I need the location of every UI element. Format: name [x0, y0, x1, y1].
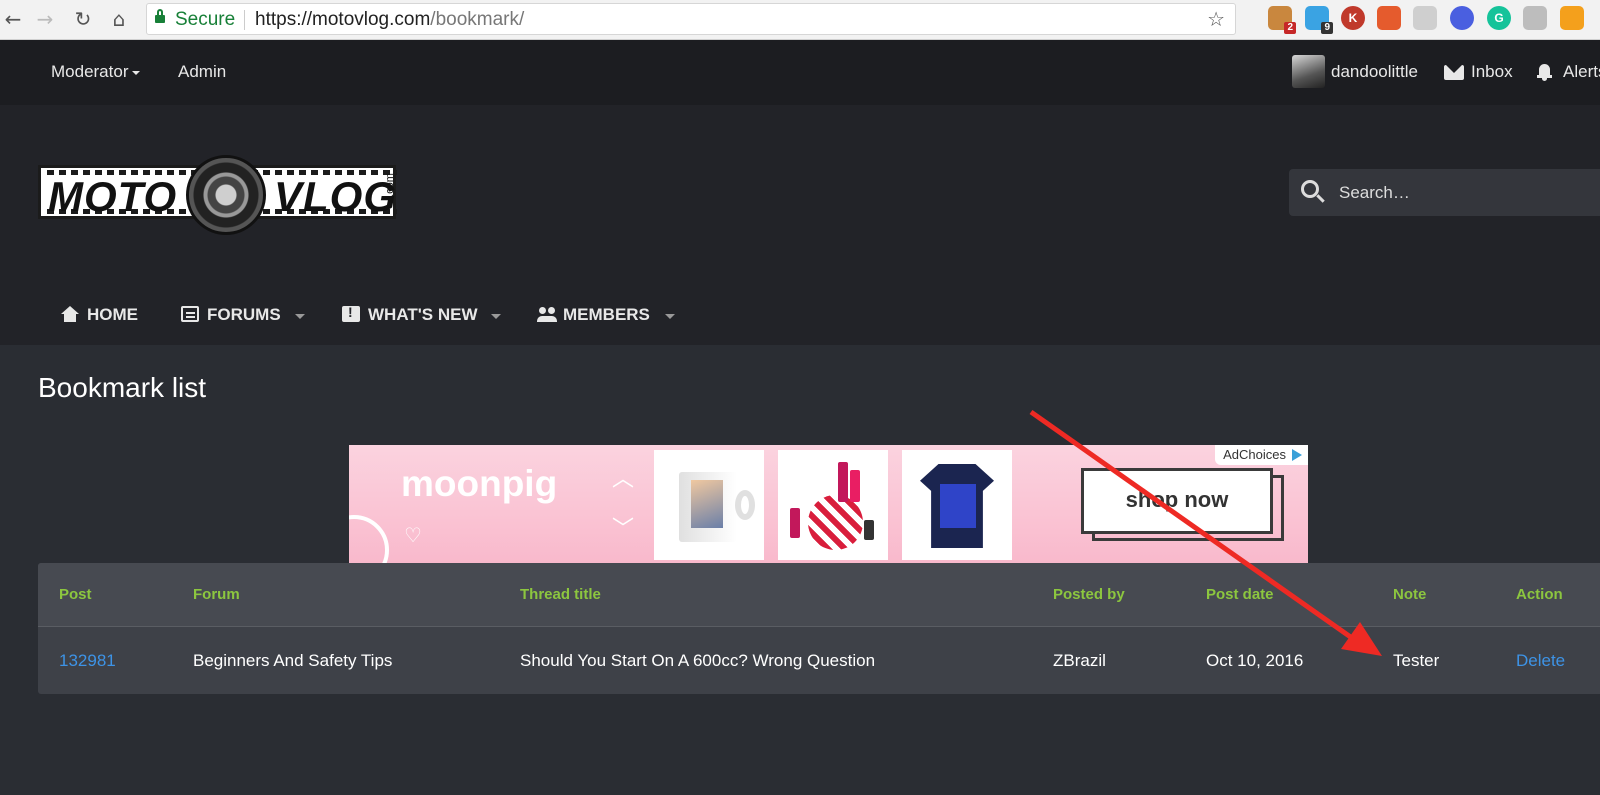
secure-label: Secure: [175, 9, 236, 30]
post-id-link[interactable]: 132981: [59, 651, 116, 670]
ad-brand: moonpig: [401, 463, 558, 504]
inbox-extension-icon[interactable]: [1523, 6, 1547, 30]
column-header-post[interactable]: Post: [59, 586, 92, 603]
extension-badge: 2: [1284, 22, 1296, 34]
gift-set-product-image[interactable]: [778, 450, 888, 560]
members-icon: [537, 306, 557, 322]
browser-toolbar: ← → ↻ ⌂ Secure https://motovlog.com/book…: [0, 0, 1600, 40]
cloud-shape: [349, 515, 389, 563]
shop-now-button[interactable]: shop now: [1081, 468, 1273, 534]
chevron-down-icon: [132, 70, 141, 75]
bell-icon[interactable]: [1537, 64, 1552, 81]
site-header: MOTO VLOG .com HOME FORUMS WHAT'S NEW ME…: [0, 105, 1600, 345]
site-logo[interactable]: MOTO VLOG .com: [36, 155, 398, 239]
tshirt-product-image[interactable]: [902, 450, 1012, 560]
nav-whats-new-label: WHAT'S NEW: [368, 305, 478, 324]
main-nav: HOME FORUMS WHAT'S NEW MEMBERS: [0, 285, 1600, 345]
logo-text-right: VLOG: [274, 173, 398, 220]
bookmark-table: Post Forum Thread title Posted by Post d…: [38, 563, 1600, 694]
moderator-label: Moderator: [51, 62, 129, 81]
forums-dropdown-icon[interactable]: [295, 314, 305, 319]
delete-link[interactable]: Delete: [1516, 651, 1565, 670]
cookie-extension-icon[interactable]: 2: [1268, 6, 1296, 34]
heart-icon: ♡: [404, 523, 422, 547]
alerts-link[interactable]: Alerts: [1563, 62, 1600, 82]
home-icon: [61, 306, 79, 322]
nav-home[interactable]: HOME: [61, 305, 138, 325]
mug-product-image[interactable]: [654, 450, 764, 560]
url-host: https://motovlog.com: [255, 9, 431, 30]
grammarly-extension-icon[interactable]: G: [1487, 6, 1511, 30]
star-extension-icon[interactable]: [1377, 6, 1401, 30]
nav-members-label: MEMBERS: [563, 305, 650, 324]
back-icon[interactable]: ←: [0, 6, 26, 32]
address-bar[interactable]: Secure https://motovlog.com/bookmark/ ☆: [146, 3, 1236, 35]
extension-badge: 9: [1321, 22, 1333, 34]
balloon-extension-icon[interactable]: [1450, 6, 1474, 30]
post-date-cell: Oct 10, 2016: [1206, 651, 1304, 670]
column-header-thread-title[interactable]: Thread title: [520, 586, 601, 603]
nav-forums-label: FORUMS: [207, 305, 281, 324]
moderator-menu[interactable]: Moderator: [51, 62, 141, 82]
home-icon[interactable]: ⌂: [106, 6, 132, 32]
url-path: /bookmark/: [430, 9, 525, 30]
username-link[interactable]: dandoolittle: [1331, 62, 1418, 82]
nav-whats-new[interactable]: WHAT'S NEW: [342, 304, 478, 325]
forums-icon: [181, 306, 199, 322]
chevron-up-icon[interactable]: ︿: [612, 461, 634, 493]
whats-new-icon: [342, 304, 360, 322]
forum-cell[interactable]: Beginners And Safety Tips: [193, 651, 392, 671]
logo-suffix: .com: [383, 173, 396, 197]
honey-extension-icon[interactable]: [1560, 6, 1584, 30]
members-dropdown-icon[interactable]: [665, 314, 675, 319]
bookmark-star-icon[interactable]: ☆: [1207, 7, 1225, 31]
chevron-down-icon[interactable]: ﹀: [612, 511, 634, 543]
forward-icon[interactable]: →: [32, 6, 58, 32]
lock-icon: [155, 9, 165, 25]
column-header-posted-by[interactable]: Posted by: [1053, 586, 1125, 603]
search-input[interactable]: [1339, 179, 1589, 207]
k-extension-icon[interactable]: K: [1341, 6, 1365, 30]
search-icon[interactable]: [1301, 180, 1326, 205]
action-cell: Delete: [1516, 651, 1565, 671]
column-header-action[interactable]: Action: [1516, 586, 1563, 603]
nav-forums[interactable]: FORUMS: [181, 305, 281, 325]
table-header: Post Forum Thread title Posted by Post d…: [38, 563, 1600, 627]
logo-text-left: MOTO: [48, 173, 178, 220]
envelope-icon[interactable]: [1444, 65, 1464, 80]
note-cell: Tester: [1393, 651, 1440, 670]
url-separator: [244, 10, 245, 30]
whats-new-dropdown-icon[interactable]: [491, 314, 501, 319]
nav-members[interactable]: MEMBERS: [537, 305, 650, 325]
post-id-cell: 132981: [59, 651, 116, 671]
gmail-extension-icon[interactable]: [1413, 6, 1437, 30]
reload-icon[interactable]: ↻: [70, 6, 96, 32]
url-text[interactable]: https://motovlog.com/bookmark/: [255, 9, 524, 31]
ghostery-extension-icon[interactable]: 9: [1305, 6, 1333, 34]
column-header-note[interactable]: Note: [1393, 586, 1426, 603]
nav-home-label: HOME: [87, 305, 138, 324]
column-header-forum[interactable]: Forum: [193, 586, 240, 603]
top-user-bar: Moderator Admin dandoolittle Inbox Alert…: [0, 40, 1600, 105]
admin-link[interactable]: Admin: [178, 62, 226, 82]
adchoices-icon[interactable]: AdChoices: [1215, 445, 1308, 465]
search-box[interactable]: [1289, 169, 1600, 216]
inbox-link[interactable]: Inbox: [1471, 62, 1513, 82]
thread-title-cell[interactable]: Should You Start On A 600cc? Wrong Quest…: [520, 651, 875, 671]
page-title: Bookmark list: [38, 372, 207, 403]
advertisement-banner[interactable]: moonpig ♡ ︿ ﹀ AdChoices shop now: [349, 445, 1308, 563]
avatar[interactable]: [1292, 55, 1325, 88]
column-header-post-date[interactable]: Post date: [1206, 586, 1274, 603]
tire-icon: [186, 155, 266, 235]
posted-by-cell[interactable]: ZBrazil: [1053, 651, 1106, 671]
